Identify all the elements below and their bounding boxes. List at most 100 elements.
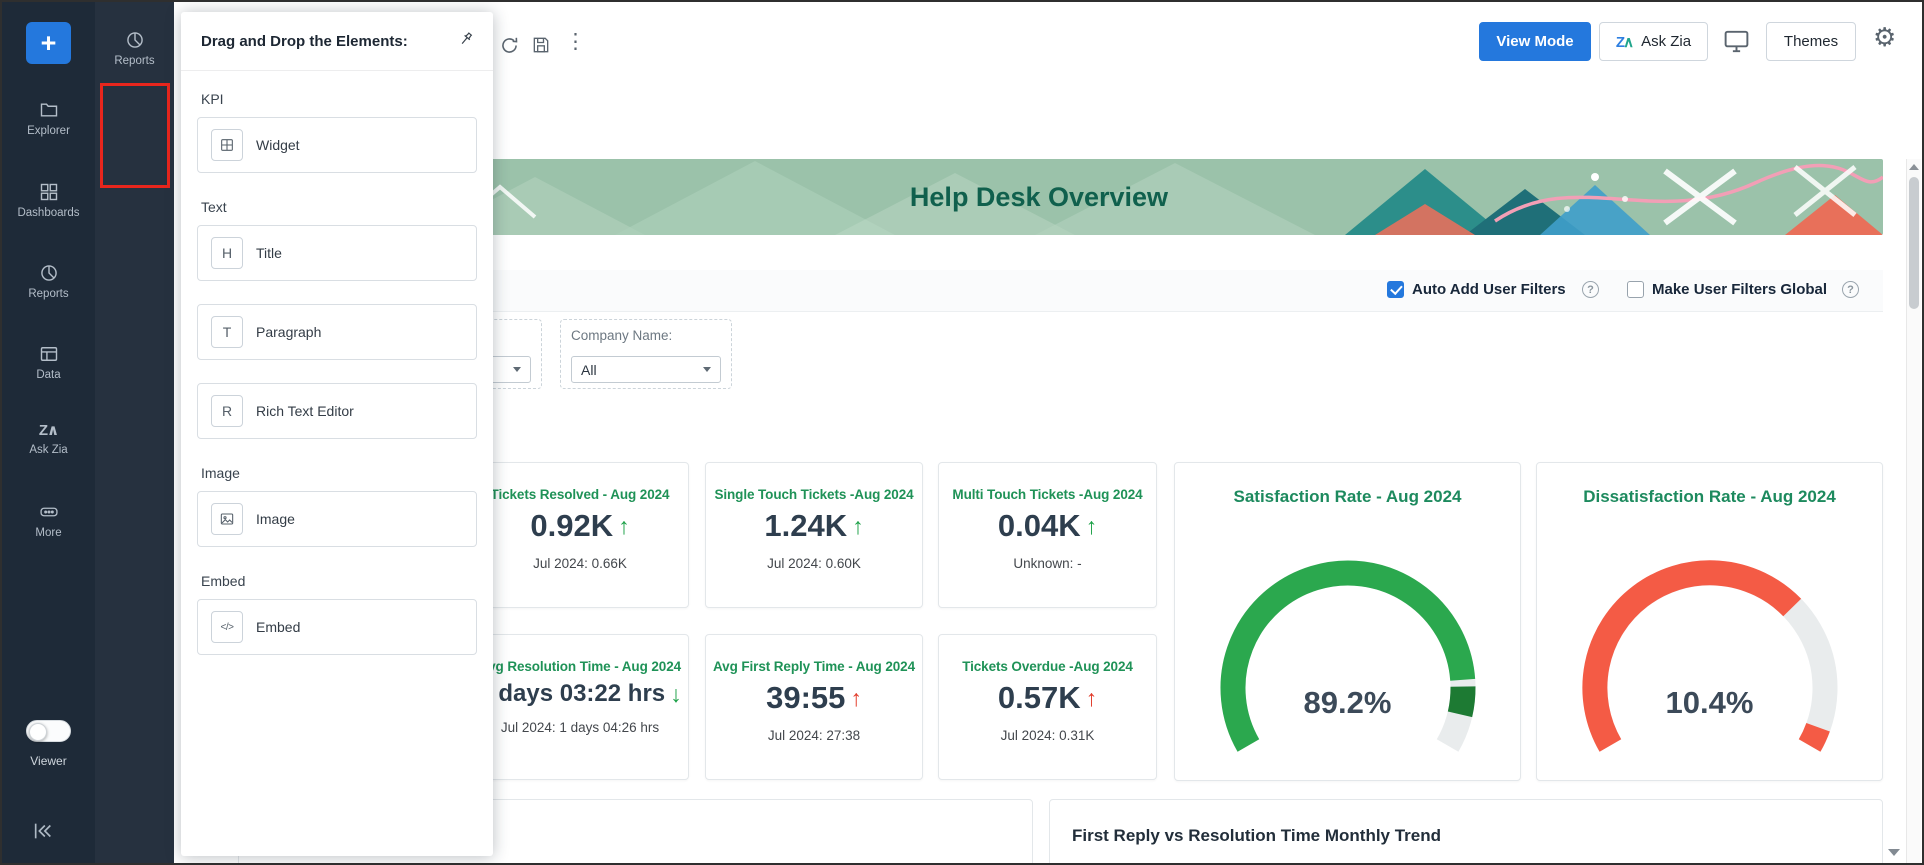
element-widget[interactable]: Widget [197, 117, 477, 173]
gauge-title: Dissatisfaction Rate - Aug 2024 [1537, 487, 1882, 507]
ask-zia-label: Ask Zia [1641, 33, 1691, 50]
gear-icon: ⚙ [1873, 22, 1896, 52]
sidebar-item-label: Reports [114, 55, 154, 67]
company-name-filter-box: Company Name: All [560, 319, 732, 389]
save-icon [531, 35, 551, 55]
kpi-value: 0.04K [998, 508, 1081, 544]
vertical-scrollbar[interactable] [1906, 159, 1921, 863]
element-label: Paragraph [256, 324, 321, 340]
company-name-select[interactable]: All [571, 356, 721, 383]
paragraph-icon: T [211, 316, 243, 348]
rich-text-icon: R [211, 395, 243, 427]
scrollbar-thumb[interactable] [1909, 177, 1919, 309]
monitor-icon [1721, 27, 1752, 56]
view-mode-label: View Mode [1496, 33, 1573, 50]
element-embed[interactable]: </> Embed [197, 599, 477, 655]
kpi-widget-tickets-overdue[interactable]: Tickets Overdue -Aug 2024 0.57K↑ Jul 202… [938, 634, 1157, 780]
kpi-comparison: Jul 2024: 0.31K [1001, 728, 1095, 743]
kpi-title: Multi Touch Tickets -Aug 2024 [952, 487, 1142, 502]
zoho-analytics-dashboard-editor: + Explorer Dashboards Reports Data Z∧ As… [0, 0, 1924, 865]
sidebar-item-ask-zia[interactable]: Z∧ Ask Zia [2, 421, 95, 456]
kpi-comparison: Jul 2024: 0.60K [767, 556, 861, 571]
kpi-widget-avg-resolution-time[interactable]: Avg Resolution Time - Aug 2024 1 days 03… [471, 634, 689, 780]
save-button[interactable] [531, 35, 551, 58]
settings-button[interactable]: ⚙ [1873, 24, 1896, 50]
kpi-value: 39:55 [766, 680, 845, 716]
kpi-comparison: Unknown: - [1013, 556, 1081, 571]
gauge-widget-satisfaction-rate[interactable]: Satisfaction Rate - Aug 2024 89.2% [1174, 462, 1521, 781]
viewer-label: Viewer [2, 754, 95, 768]
sidebar-item-reports-secondary[interactable]: Reports [95, 30, 174, 67]
kpi-title: Tickets Overdue -Aug 2024 [962, 659, 1133, 674]
make-user-filters-global-checkbox[interactable] [1627, 281, 1644, 298]
kpi-title: Avg Resolution Time - Aug 2024 [479, 659, 681, 674]
trend-up-icon: ↑ [852, 513, 864, 540]
sidebar-item-label: Explorer [27, 125, 70, 137]
sidebar-item-label: More [35, 527, 61, 539]
zia-icon: Z∧ [39, 421, 58, 439]
collapse-sidebar-icon[interactable] [32, 820, 54, 847]
create-new-button[interactable]: + [26, 22, 71, 64]
element-label: Title [256, 245, 282, 261]
bottom-right-chart-panel[interactable]: First Reply vs Resolution Time Monthly T… [1049, 799, 1883, 865]
sidebar-item-data[interactable]: Data [2, 344, 95, 381]
kpi-value: 1.24K [764, 508, 847, 544]
kpi-widget-tickets-resolved[interactable]: Tickets Resolved - Aug 2024 0.92K↑ Jul 2… [471, 462, 689, 608]
dashboards-icon [39, 182, 59, 202]
themes-button[interactable]: Themes [1766, 22, 1856, 61]
element-title[interactable]: H Title [197, 225, 477, 281]
zia-icon: Z∧ [1616, 33, 1634, 51]
view-mode-button[interactable]: View Mode [1479, 22, 1591, 61]
sidebar-item-reports[interactable]: Reports [2, 263, 95, 300]
refresh-button[interactable] [499, 35, 520, 59]
themes-label: Themes [1784, 33, 1838, 50]
kpi-title: Avg First Reply Time - Aug 2024 [713, 659, 915, 674]
sidebar-item-dashboards[interactable]: Dashboards [2, 182, 95, 219]
widget-icon [211, 129, 243, 161]
kpi-widget-single-touch-tickets[interactable]: Single Touch Tickets -Aug 2024 1.24K↑ Ju… [705, 462, 923, 608]
satisfaction-gauge-chart [1188, 556, 1508, 776]
chart-panel-title: First Reply vs Resolution Time Monthly T… [1072, 826, 1441, 846]
element-rich-text-editor[interactable]: R Rich Text Editor [197, 383, 477, 439]
auto-add-user-filters-checkbox[interactable] [1387, 281, 1404, 298]
element-paragraph[interactable]: T Paragraph [197, 304, 477, 360]
kpi-widget-avg-first-reply-time[interactable]: Avg First Reply Time - Aug 2024 39:55↑ J… [705, 634, 923, 780]
more-options-button[interactable]: ⋮ [565, 31, 586, 52]
scroll-down-icon[interactable] [1888, 849, 1900, 856]
refresh-icon [499, 35, 520, 56]
element-label: Embed [256, 619, 300, 635]
presentation-button[interactable] [1721, 27, 1752, 59]
folder-icon [39, 100, 59, 120]
trend-down-icon: ↓ [670, 681, 682, 708]
make-user-filters-global-label: Make User Filters Global [1652, 281, 1827, 298]
embed-icon: </> [211, 611, 243, 643]
dissatisfaction-gauge-chart [1550, 556, 1870, 776]
pie-chart-icon [125, 30, 145, 50]
viewer-toggle[interactable] [26, 720, 71, 742]
company-name-label: Company Name: [571, 328, 672, 343]
secondary-sidebar: Reports Elements OFF Grid [95, 2, 174, 863]
image-icon [211, 503, 243, 535]
primary-sidebar: + Explorer Dashboards Reports Data Z∧ As… [2, 2, 95, 863]
sidebar-item-more[interactable]: More [2, 502, 95, 539]
section-label-text: Text [201, 199, 473, 215]
pin-icon[interactable] [457, 30, 475, 53]
element-image[interactable]: Image [197, 491, 477, 547]
sidebar-item-label: Reports [28, 288, 68, 300]
kpi-value: 1 days 03:22 hrs [478, 680, 665, 708]
kpi-value: 0.92K [530, 508, 613, 544]
help-icon[interactable]: ? [1842, 281, 1859, 298]
trend-up-icon: ↑ [850, 685, 862, 712]
sidebar-item-explorer[interactable]: Explorer [2, 100, 95, 137]
elements-panel-body: KPI Widget Text H Title T Paragraph R Ri… [181, 91, 493, 655]
auto-add-user-filters-label: Auto Add User Filters [1412, 281, 1566, 298]
help-icon[interactable]: ? [1582, 281, 1599, 298]
title-icon: H [211, 237, 243, 269]
company-name-value: All [581, 362, 597, 378]
section-label-image: Image [201, 465, 473, 481]
ask-zia-button[interactable]: Z∧ Ask Zia [1599, 22, 1708, 61]
scroll-up-icon[interactable] [1909, 164, 1919, 170]
gauge-widget-dissatisfaction-rate[interactable]: Dissatisfaction Rate - Aug 2024 10.4% [1536, 462, 1883, 781]
gauge-value: 10.4% [1537, 685, 1882, 721]
kpi-widget-multi-touch-tickets[interactable]: Multi Touch Tickets -Aug 2024 0.04K↑ Unk… [938, 462, 1157, 608]
